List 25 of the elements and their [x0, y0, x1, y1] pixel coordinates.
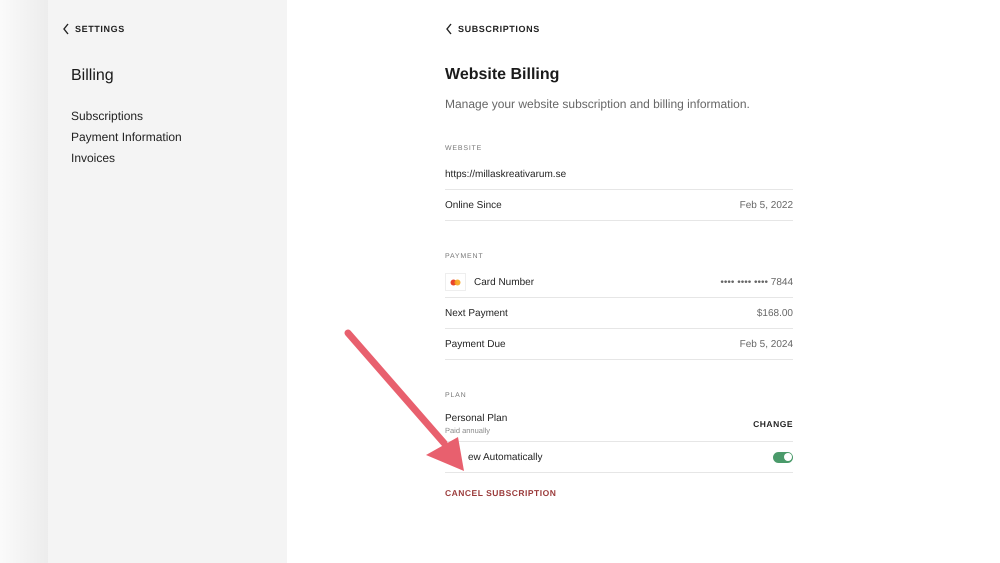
- back-link[interactable]: SUBSCRIPTIONS: [445, 23, 540, 35]
- plan-name: Personal Plan: [445, 412, 508, 424]
- sidebar-item[interactable]: Invoices: [71, 151, 116, 165]
- row-label: Next Payment: [445, 308, 508, 318]
- row-label: Online Since: [445, 200, 502, 210]
- page-title: Website Billing: [445, 66, 560, 84]
- change-button[interactable]: CHANGE: [753, 418, 793, 428]
- row-value: Feb 5, 2022: [740, 200, 793, 210]
- cancel-subscription-link[interactable]: CANCEL SUBSCRIPTION: [445, 488, 556, 498]
- sidebar-title: Billing: [71, 67, 114, 85]
- chevron-left-icon: [445, 23, 453, 35]
- back-link[interactable]: SETTINGS: [62, 23, 125, 35]
- card-number: •••• •••• •••• 7844: [720, 276, 793, 288]
- row-label: Card Number: [474, 276, 534, 288]
- row-value: Feb 5, 2024: [740, 338, 793, 350]
- chevron-left-icon: [62, 23, 70, 35]
- row-label: Payment Due: [445, 338, 506, 350]
- card-icon: [445, 273, 466, 291]
- row-label: ew Automatically: [467, 452, 542, 462]
- toggle-switch[interactable]: [773, 452, 793, 462]
- page-description: Manage your website subscription and billing information.: [445, 97, 751, 111]
- sidebar-item[interactable]: Subscriptions: [71, 109, 144, 123]
- row-value: $168.00: [756, 308, 793, 318]
- sidebar-item[interactable]: Payment Information: [71, 130, 182, 144]
- website-url: https://millaskreativarum.se: [445, 168, 566, 180]
